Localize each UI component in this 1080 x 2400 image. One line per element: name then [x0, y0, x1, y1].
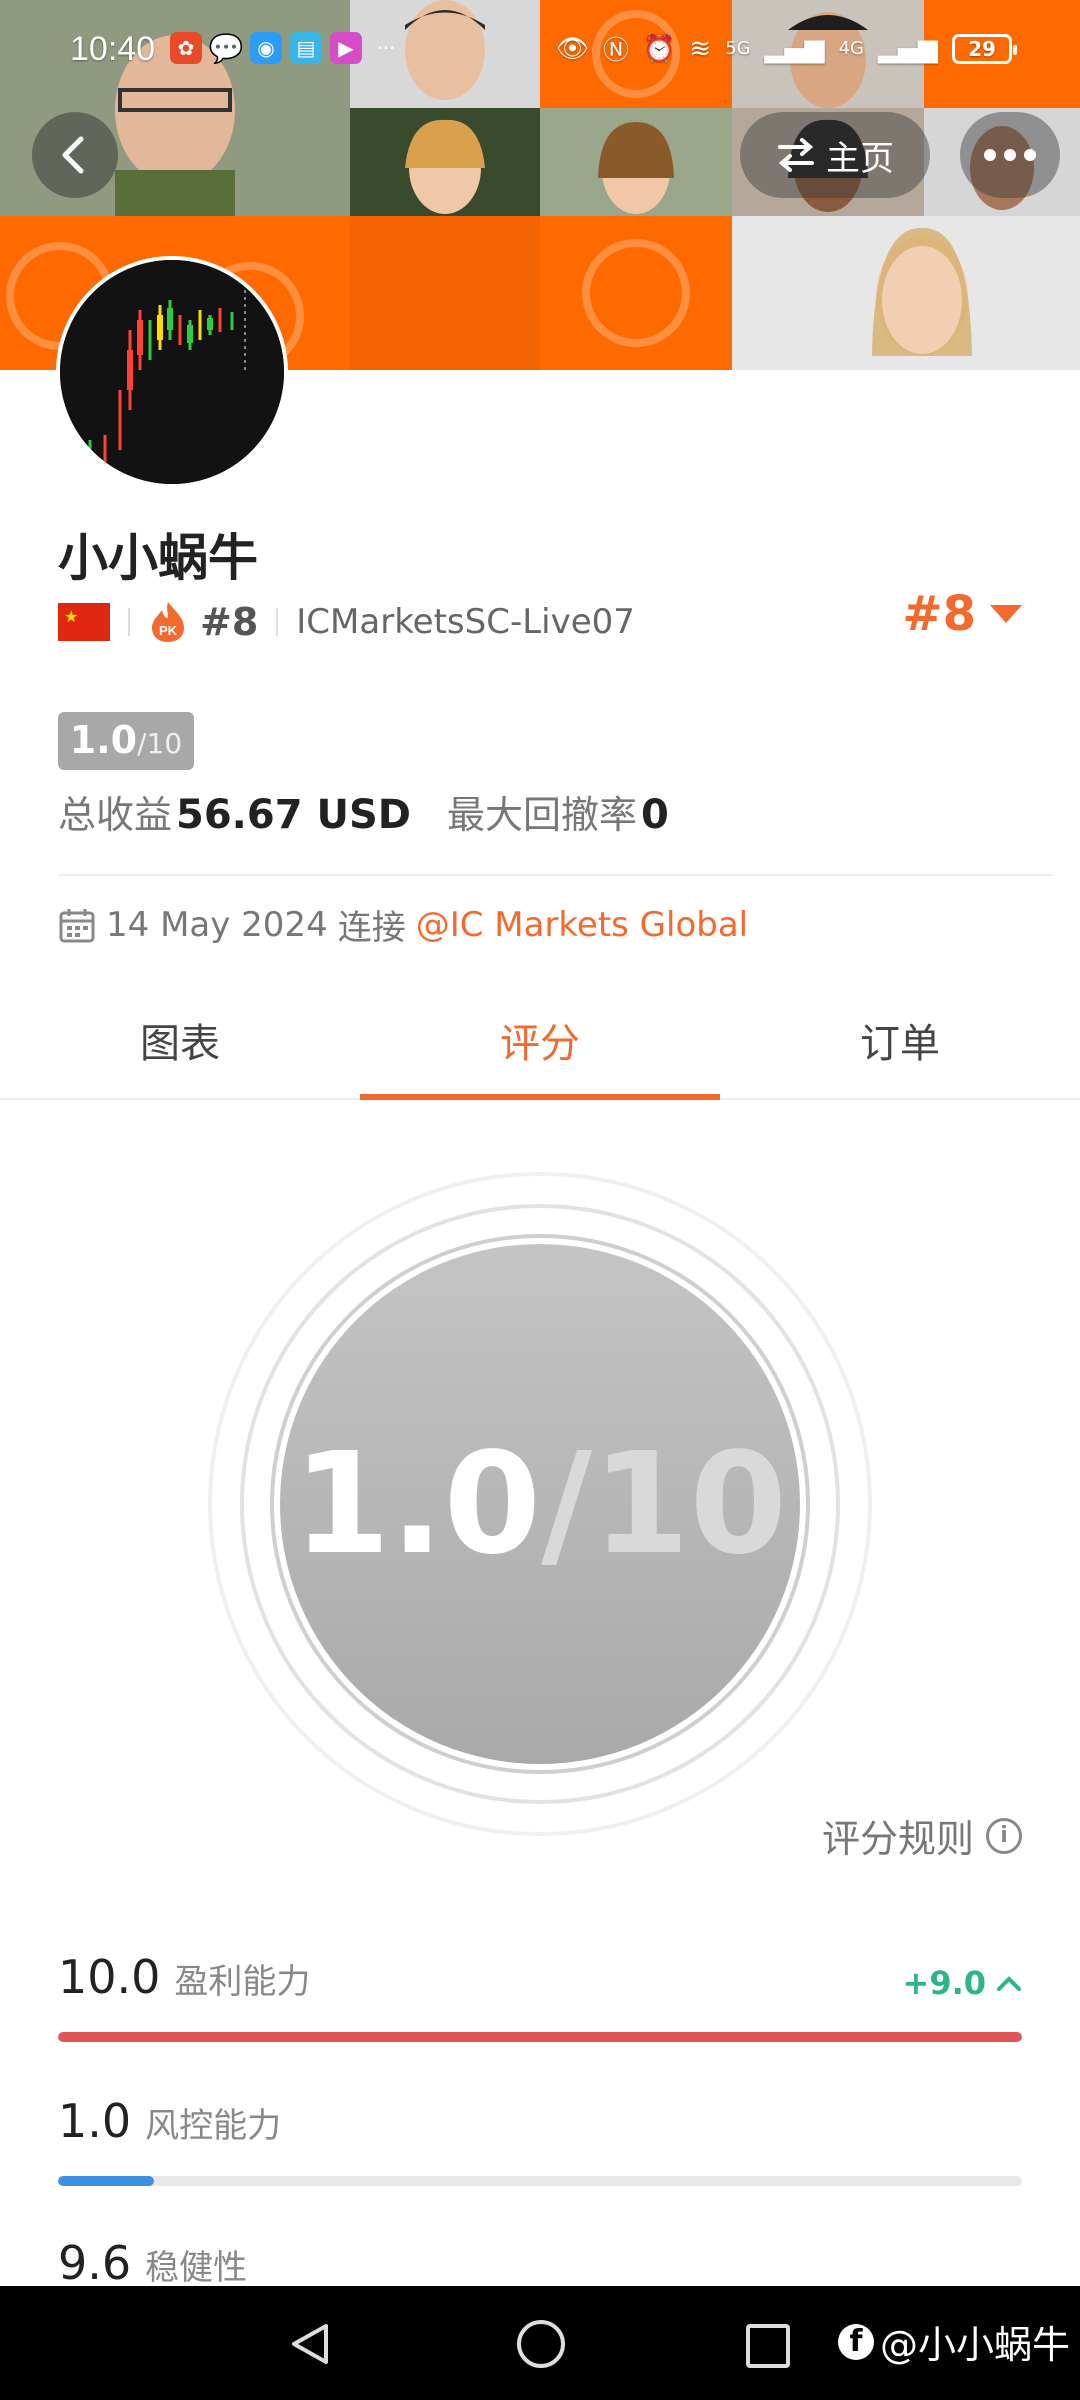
- score-badge: 1.0 /10: [58, 712, 194, 770]
- eye-icon: 👁: [555, 33, 589, 64]
- watermark-text: @小小蜗牛: [880, 2323, 1071, 2367]
- score-badge-total: /10: [137, 727, 183, 760]
- pk-fire-icon: PK: [152, 602, 184, 642]
- metric-delta-value: +9.0: [902, 1964, 987, 2002]
- tab-chart[interactable]: 图表: [0, 982, 360, 1098]
- tab-score[interactable]: 评分: [360, 982, 720, 1100]
- score-rules-link[interactable]: 评分规则 i: [822, 1808, 1022, 1863]
- score-badge-value: 1.0: [69, 718, 138, 762]
- metric-value: 10.0: [58, 1950, 161, 2004]
- metric-bar: [58, 2032, 1022, 2042]
- signal-icon-2: ▂▄▆: [878, 33, 938, 64]
- score-total: /10: [541, 1422, 787, 1586]
- svg-text:PK: PK: [159, 623, 178, 638]
- metric-bar-fill: [58, 2176, 155, 2186]
- calendar-icon: [59, 908, 95, 942]
- chevron-left-icon: [62, 136, 84, 174]
- notification-icons: ✿ 💬 ◉ ▤ ▶ ···: [170, 31, 402, 65]
- divider: [276, 608, 279, 636]
- back-button[interactable]: [32, 112, 118, 198]
- rank-dropdown[interactable]: #8: [902, 586, 1022, 642]
- connect-label: 连接: [337, 908, 406, 948]
- info-icon: i: [986, 1817, 1022, 1854]
- tab-bar: 图表 评分 订单: [0, 982, 1080, 1100]
- dot-icon: [984, 149, 996, 161]
- broker-link[interactable]: @IC Markets Global: [416, 905, 748, 945]
- nav-recents-icon[interactable]: [746, 2324, 790, 2368]
- swap-icon: [778, 138, 814, 172]
- score-rules-label: 评分规则: [821, 1817, 974, 1861]
- alarm-icon: ⏰: [643, 33, 676, 64]
- more-notifications-icon: ···: [376, 36, 396, 60]
- nav-home-icon[interactable]: [517, 2320, 565, 2368]
- username: 小小蜗牛: [58, 529, 258, 587]
- watermark: f @小小蜗牛: [838, 2314, 1070, 2369]
- candlestick-chart-image: [60, 260, 284, 484]
- nfc-icon: Ⓝ: [603, 36, 630, 66]
- clock: 10:40: [70, 30, 156, 68]
- wechat-icon: 💬: [208, 31, 244, 65]
- facebook-icon: f: [838, 2323, 874, 2360]
- browser-icon: ◉: [250, 32, 282, 64]
- battery-icon: 29: [952, 33, 1017, 64]
- tab-orders[interactable]: 订单: [720, 982, 1080, 1098]
- metric-value: 1.0: [58, 2094, 132, 2148]
- system-icons: 👁 Ⓝ ⏰ ≋ 5G ▂▄▆ 4G ▂▄▆ 29: [555, 30, 1017, 67]
- more-button[interactable]: [960, 112, 1060, 198]
- metric-name: 稳健性: [145, 2248, 248, 2286]
- status-bar: 10:40 ✿ 💬 ◉ ▤ ▶ ··· 👁 Ⓝ ⏰ ≋ 5G ▂▄▆ 4G ▂▄…: [0, 0, 1080, 104]
- battery-level: 29: [968, 36, 996, 61]
- nav-back-icon[interactable]: [286, 2320, 334, 2368]
- rank-value: #8: [902, 586, 976, 642]
- metric-name: 盈利能力: [174, 1962, 311, 2002]
- metric-name: 风控能力: [145, 2106, 282, 2146]
- score-gauge-value: 1.0 /10: [206, 1170, 874, 1838]
- home-label: 主页: [826, 138, 894, 179]
- profile-meta-row: ★ PK #8 ICMarketsSC-Live07: [58, 594, 635, 650]
- cover-photo-4: [350, 108, 540, 216]
- score-gauge: 1.0 /10: [206, 1170, 874, 1838]
- metric-delta: +9.0: [903, 1964, 1023, 2002]
- connection-row: 14 May 2024 连接 @IC Markets Global: [58, 900, 748, 949]
- dot-icon: [1004, 149, 1016, 161]
- connect-date: 14 May 2024: [106, 904, 328, 945]
- max-drawdown-value: 0: [640, 792, 669, 838]
- metric-bar-fill: [58, 2032, 1022, 2042]
- divider: [128, 608, 130, 636]
- metric-stability: 9.6 稳健性: [58, 2236, 1022, 2286]
- max-drawdown-label: 最大回撤率: [446, 793, 637, 837]
- metric-value: 9.6: [58, 2236, 132, 2286]
- total-earn-label: 总收益: [58, 793, 173, 837]
- book-icon: ▤: [290, 32, 322, 64]
- cover-tile: [350, 216, 540, 370]
- total-earn-value: 56.67 USD: [176, 792, 411, 838]
- dot-icon: [1024, 149, 1036, 161]
- server-name: ICMarketsSC-Live07: [296, 602, 635, 642]
- cover-photo-5: [540, 108, 732, 216]
- metric-bar: [58, 2176, 1022, 2186]
- system-nav-bar: f @小小蜗牛: [0, 2286, 1080, 2400]
- network-4g-label: 4G: [838, 38, 864, 59]
- network-5g-label: 5G: [725, 38, 751, 59]
- metric-profitability: 10.0 盈利能力 +9.0: [58, 1950, 1022, 2050]
- home-button[interactable]: 主页: [740, 112, 930, 198]
- wifi-icon: ≋: [689, 33, 712, 64]
- metric-risk-control: 1.0 风控能力: [58, 2094, 1022, 2194]
- earnings-row: 总收益 56.67 USD 最大回撤率 0: [58, 784, 675, 839]
- app-notification-icon: ✿: [170, 32, 202, 64]
- cover-tile: [540, 216, 732, 370]
- china-flag-icon: ★: [58, 603, 110, 641]
- caret-down-icon: [990, 605, 1022, 623]
- pk-rank: #8: [200, 600, 259, 644]
- score-main: 1.0: [293, 1422, 542, 1586]
- video-icon: ▶: [330, 32, 362, 64]
- chevron-up-icon: [997, 1976, 1021, 1991]
- divider: [58, 874, 1052, 876]
- signal-icon: ▂▄▆: [764, 33, 825, 64]
- avatar[interactable]: [56, 256, 288, 488]
- cover-photo-8: [732, 216, 1080, 370]
